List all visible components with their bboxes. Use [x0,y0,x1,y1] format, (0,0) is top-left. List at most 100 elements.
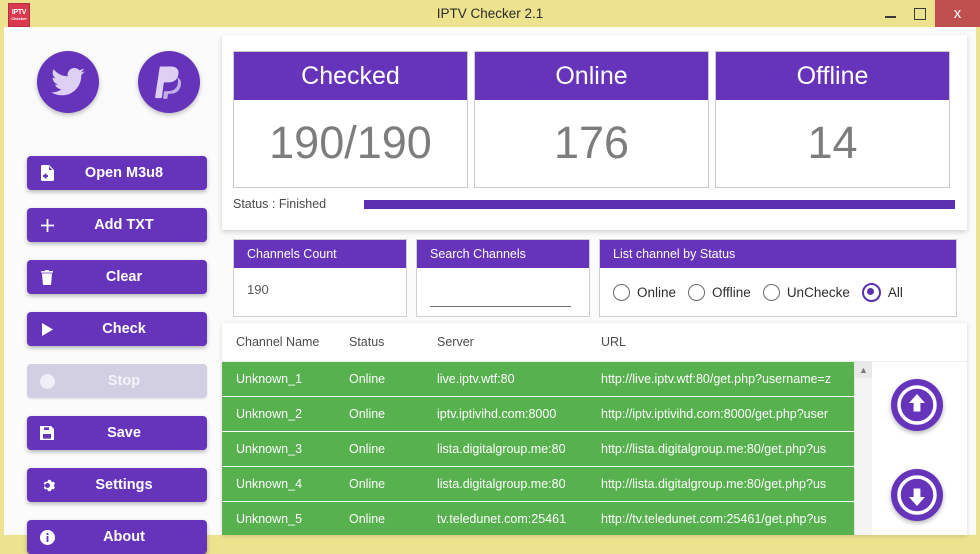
channel-name: Unknown_4 [236,477,303,491]
channel-server: lista.digitalgroup.me:80 [437,477,566,491]
save-button[interactable]: Save [27,416,207,450]
column-status: Status [349,335,385,349]
channel-server: tv.teledunet.com:25461 [437,512,567,526]
twitter-button[interactable] [37,51,99,113]
stat-checked-title: Checked [234,52,467,100]
table-row[interactable]: Unknown_5 Online tv.teledunet.com:25461 htt… [222,502,872,535]
table-scrollbar[interactable]: ▲ [854,361,872,535]
channel-url: http://live.iptv.wtf:80/get.php?username… [601,372,832,386]
sidebar: Open M3u8 Add TXT Clear Check Stop Save … [4,27,216,554]
channel-name: Unknown_1 [236,372,303,386]
about-button[interactable]: About [27,520,207,554]
info-icon [27,529,67,545]
channel-status: Online [349,442,386,456]
search-channels-box: Search Channels [416,239,590,317]
filter-bar: Channels Count 190 Search Channels List … [222,239,967,317]
trash-icon [27,269,67,285]
radio-online-label: Online [637,284,677,300]
paypal-button[interactable] [138,51,200,113]
channel-server: lista.digitalgroup.me:80 [437,442,566,456]
stop-label: Stop [107,373,141,389]
progress-bar [364,200,955,209]
open-m3u8-label: Open M3u8 [84,165,164,181]
title-bar: IPTV Checker IPTV Checker 2.1 x [0,0,980,27]
radio-offline[interactable]: Offline [679,283,751,301]
minimize-button[interactable] [875,0,905,27]
move-up-button[interactable] [891,379,943,431]
channel-server: iptv.iptivihd.com:8000 [437,407,557,421]
open-m3u8-button[interactable]: Open M3u8 [27,156,207,190]
about-label: About [103,529,145,545]
table-header: Channel Name Status Server URL [222,323,967,362]
table-row[interactable]: Unknown_4 Online lista.digitalgroup.me:80 h… [222,467,872,502]
table-body: Unknown_1 Online live.iptv.wtf:80 http://li… [222,362,872,535]
radio-unchecked-label: UnChecked [786,284,850,300]
channel-status: Online [349,477,386,491]
stat-online-value: 176 [553,117,630,168]
channel-name: Unknown_3 [236,442,303,456]
table-row[interactable]: Unknown_2 Online iptv.iptivihd.com:8000 htt… [222,397,872,432]
window-title: IPTV Checker 2.1 [436,6,544,21]
channel-url: http://lista.digitalgroup.me:80/get.php?… [601,442,827,456]
column-url: URL [601,335,627,349]
stat-offline-value: 14 [807,117,858,168]
column-server: Server [437,335,474,349]
channels-count-box: Channels Count 190 [233,239,407,317]
radio-all-circle [861,282,881,302]
channel-name: Unknown_5 [236,512,303,526]
table-row[interactable]: Unknown_1 Online live.iptv.wtf:80 http://li… [222,362,872,397]
floppy-icon [27,426,67,440]
status-label: Status : Finished [233,197,327,211]
settings-label: Settings [95,477,153,493]
gear-icon [27,478,67,493]
column-channel-name: Channel Name [236,335,320,349]
stat-online-title: Online [475,52,708,100]
window-body: Open M3u8 Add TXT Clear Check Stop Save … [4,27,976,554]
check-label: Check [102,321,146,337]
radio-online-circle [613,283,630,301]
channel-server: live.iptv.wtf:80 [437,372,515,386]
radio-all-label: All [887,284,903,300]
channel-status: Online [349,372,386,386]
radio-unchecked-circle [762,283,780,301]
clear-button[interactable]: Clear [27,260,207,294]
scroll-up-arrow-icon[interactable]: ▲ [855,361,872,378]
save-label: Save [107,425,141,441]
list-by-status-box: List channel by Status Online Offline Un… [599,239,957,317]
close-button[interactable]: x [935,0,980,27]
radio-unchecked[interactable]: UnChecked [754,283,850,301]
stat-card-offline: Offline 14 [715,51,950,188]
stat-checked-value: 190/190 [269,117,432,168]
channels-table: Channel Name Status Server URL Unknown_1… [222,323,967,535]
progress-bar-fill [364,200,955,209]
radio-online[interactable]: Online [604,283,677,301]
app-window: IPTV Checker IPTV Checker 2.1 x Open M3u… [0,0,980,554]
channel-name: Unknown_2 [236,407,303,421]
radio-all[interactable]: All [853,282,903,302]
add-txt-button[interactable]: Add TXT [27,208,207,242]
radio-offline-label: Offline [712,284,751,300]
move-down-button[interactable] [891,469,943,521]
channel-url: http://iptv.iptivihd.com:8000/get.php?us… [601,407,828,421]
table-row[interactable]: Unknown_3 Online lista.digitalgroup.me:80 h… [222,432,872,467]
channels-count-title: Channels Count [234,240,406,268]
plus-icon [27,218,67,232]
channel-url: http://lista.digitalgroup.me:80/get.php?… [601,477,827,491]
stop-button[interactable]: Stop [27,364,207,398]
channel-url: http://tv.teledunet.com:25461/get.php?us [601,512,827,526]
social-links [4,39,216,127]
main-panel: Checked 190/190 Online 176 Offline 14 St… [216,27,976,535]
arrow-down-circle-icon [895,473,939,517]
file-add-icon [27,165,67,181]
status-row: Status : Finished [233,195,955,219]
paypal-icon [154,65,184,99]
maximize-button[interactable] [905,0,935,27]
check-button[interactable]: Check [27,312,207,346]
maximize-icon [914,7,926,20]
clear-label: Clear [105,269,143,285]
add-txt-label: Add TXT [94,217,154,233]
stat-card-online: Online 176 [474,51,709,188]
settings-button[interactable]: Settings [27,468,207,502]
channel-status: Online [349,512,386,526]
search-input[interactable] [430,276,571,307]
